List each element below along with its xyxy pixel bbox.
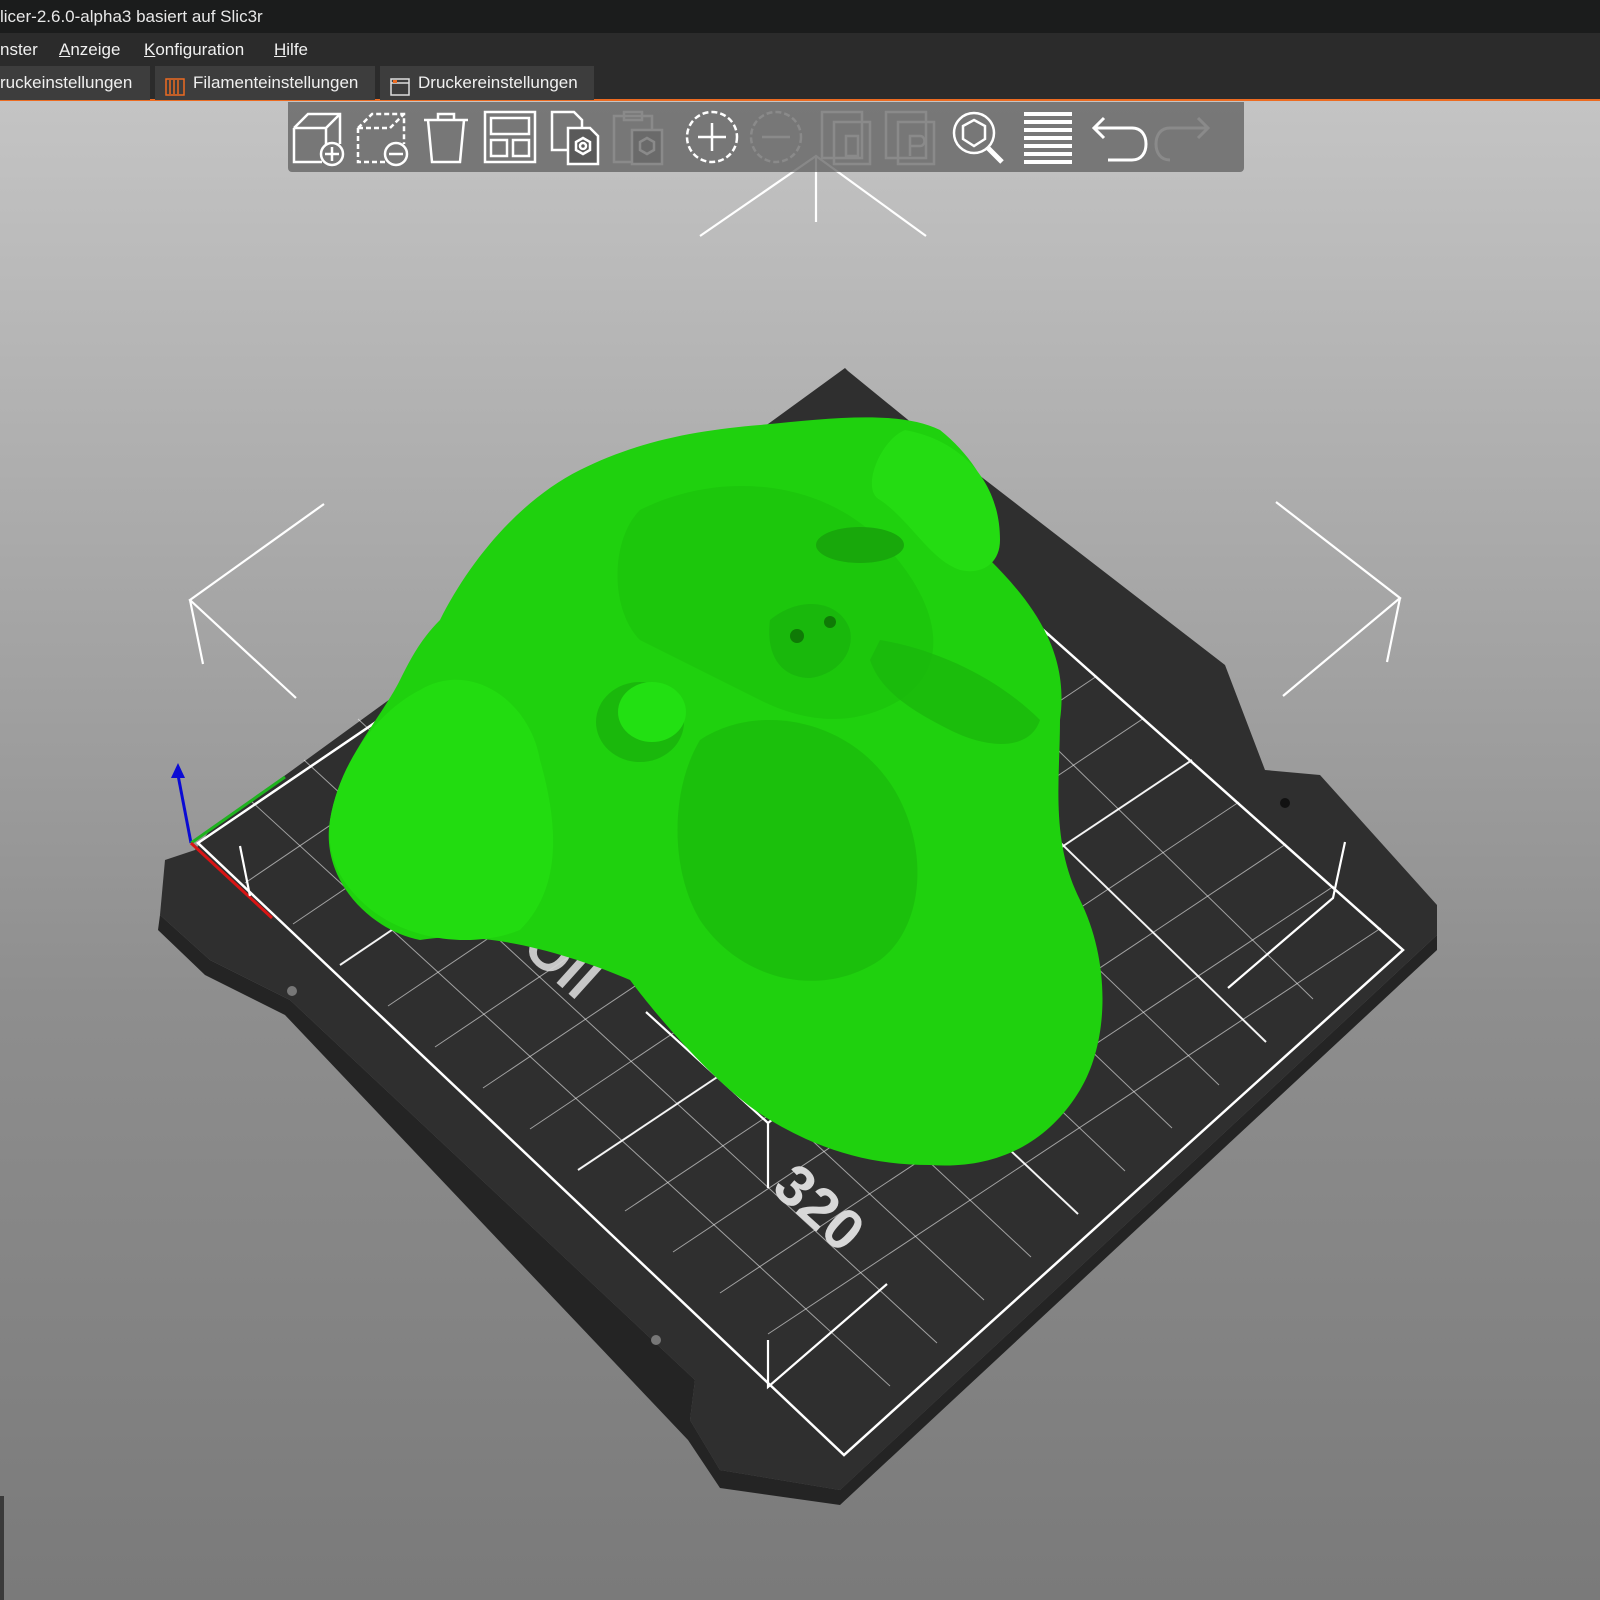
trash-icon <box>424 112 468 164</box>
minus-circle-icon <box>749 110 803 164</box>
paste-button <box>608 106 668 168</box>
menu-accel: H <box>274 40 287 59</box>
bed-hole <box>287 986 297 996</box>
split-objects-button <box>816 106 876 168</box>
split-objects-icon <box>820 110 872 166</box>
sidebar-edge <box>0 1496 4 1600</box>
menu-label: nzeige <box>70 40 121 59</box>
search-icon <box>952 111 1004 164</box>
menu-konfiguration[interactable]: Konfiguration <box>144 33 244 66</box>
tab-label: Druckereinstellungen <box>418 73 578 92</box>
tab-printer-settings[interactable]: Druckereinstellungen <box>380 66 594 100</box>
undo-button[interactable] <box>1088 106 1148 168</box>
delete-all-button[interactable] <box>416 106 476 168</box>
main-toolbar <box>288 102 1244 172</box>
paste-icon <box>612 110 664 166</box>
z-axis-arrow <box>171 763 185 778</box>
tab-print-settings[interactable]: ruckeinstellungen <box>0 66 150 100</box>
add-instance-button[interactable] <box>682 106 742 168</box>
split-parts-icon <box>884 110 936 166</box>
window-title: licer-2.6.0-alpha3 basiert auf Slic3r <box>0 7 263 26</box>
bed-hole <box>651 1335 661 1345</box>
menu-fenster[interactable]: nster <box>0 33 38 66</box>
tab-label: Filamenteinstellungen <box>193 73 359 92</box>
menu-label: onfiguration <box>155 40 245 59</box>
tab-filament-settings[interactable]: Filamenteinstellungen <box>155 66 375 100</box>
redo-button <box>1154 106 1214 168</box>
add-cube-icon <box>292 112 345 167</box>
3d-viewport[interactable]: 320 Oll <box>0 101 1600 1600</box>
arrange-button[interactable] <box>480 106 540 168</box>
copy-button[interactable] <box>544 106 604 168</box>
copy-icon <box>550 110 600 166</box>
remove-instance-button <box>746 106 806 168</box>
z-axis <box>176 774 193 844</box>
layers-editing-button[interactable] <box>1018 106 1078 168</box>
menu-accel: K <box>144 40 156 59</box>
menu-bar: nster Anzeige Konfiguration Hilfe <box>0 33 1600 65</box>
arrange-icon <box>483 110 537 164</box>
bed-hole <box>1280 798 1290 808</box>
tab-bar: ruckeinstellungen Filamenteinstellungen … <box>0 65 1600 101</box>
layers-icon <box>1024 112 1072 164</box>
menu-hilfe[interactable]: Hilfe <box>274 33 308 66</box>
undo-icon <box>1091 116 1148 162</box>
tab-label: ruckeinstellungen <box>0 73 133 92</box>
menu-label: nster <box>0 40 38 59</box>
redo-icon <box>1154 116 1211 162</box>
menu-anzeige[interactable]: Anzeige <box>59 33 120 66</box>
search-button[interactable] <box>948 106 1008 168</box>
menu-label: ilfe <box>286 40 309 59</box>
scene: 320 Oll <box>158 154 1437 1505</box>
menu-accel: A <box>59 40 71 59</box>
split-parts-button <box>880 106 940 168</box>
title-bar: licer-2.6.0-alpha3 basiert auf Slic3r <box>0 0 1600 33</box>
delete-cube-icon <box>356 112 409 167</box>
add-object-button[interactable] <box>288 106 348 168</box>
delete-button[interactable] <box>352 106 412 168</box>
plus-circle-icon <box>685 110 739 164</box>
